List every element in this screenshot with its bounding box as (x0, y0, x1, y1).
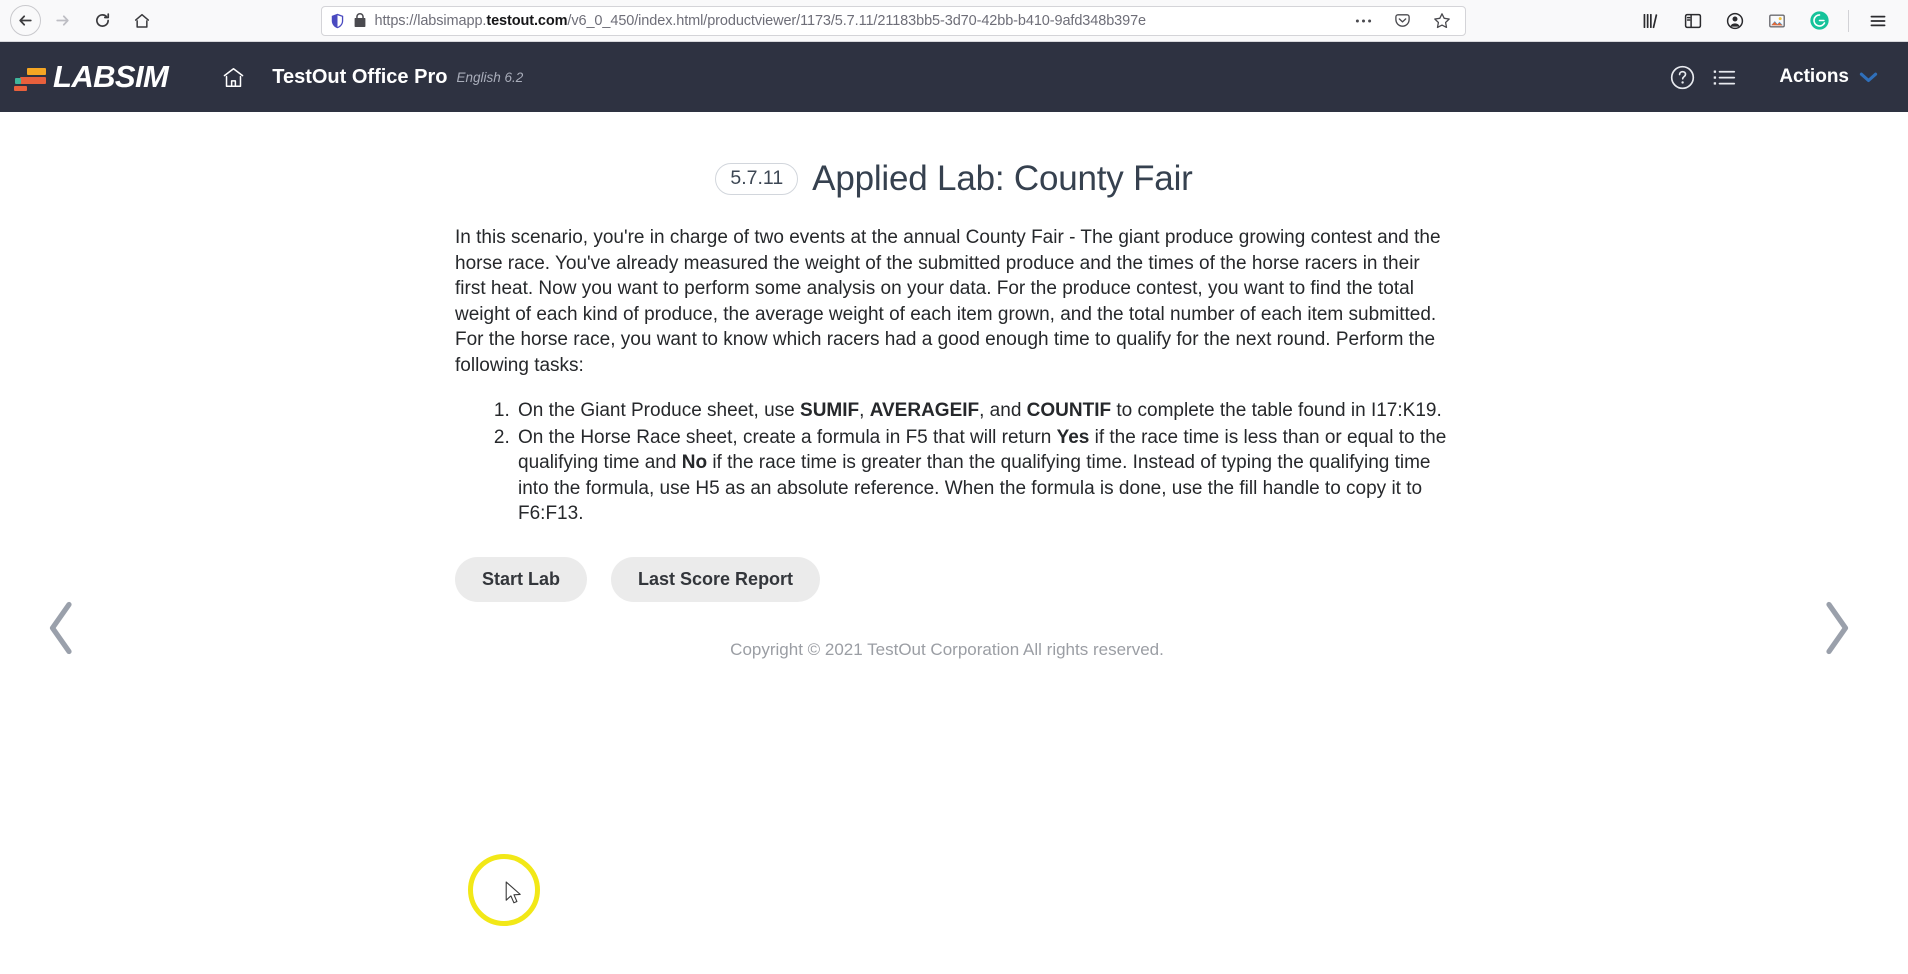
copyright-notice: Copyright © 2021 TestOut Corporation All… (730, 639, 1164, 659)
page-actions-ellipsis-icon[interactable] (1349, 7, 1379, 35)
chevron-down-icon (1859, 71, 1878, 84)
lesson-number-badge: 5.7.11 (715, 162, 799, 196)
task-list-item: On the Horse Race sheet, create a formul… (515, 425, 1455, 527)
bookmark-star-icon[interactable] (1427, 7, 1457, 35)
tracking-protection-shield-icon[interactable] (330, 13, 345, 29)
task-text: On the Giant Produce sheet, use (518, 400, 801, 421)
urlbar-container: https://labsimapp.testout.com/v6_0_450/i… (163, 5, 1623, 36)
task-emphasis: COUNTIF (1026, 400, 1112, 421)
lab-page: 5.7.11 Applied Lab: County Fair In this … (453, 112, 1455, 660)
task-text: , and (979, 400, 1027, 421)
last-score-report-button[interactable]: Last Score Report (611, 556, 821, 602)
scenario-description: In this scenario, you're in charge of tw… (455, 227, 1441, 376)
product-language-version: English 6.2 (456, 69, 524, 85)
browser-reload-button[interactable] (83, 4, 121, 38)
actions-button-label: Actions (1779, 66, 1849, 87)
pocket-icon[interactable] (1388, 7, 1418, 35)
home-icon[interactable] (216, 60, 250, 94)
library-icon[interactable] (1631, 4, 1671, 38)
app-header: LABSIM TestOut Office Pro English 6.2 Ac… (0, 42, 1908, 112)
labsim-logo-mark-icon (14, 62, 48, 92)
help-circle-icon[interactable] (1661, 56, 1703, 98)
task-emphasis: No (681, 452, 708, 473)
mouse-cursor-icon (505, 881, 523, 906)
page-title-row: 5.7.11 Applied Lab: County Fair (453, 159, 1455, 199)
main-content: 5.7.11 Applied Lab: County Fair In this … (0, 112, 1908, 974)
actions-button[interactable]: Actions (1779, 66, 1878, 88)
start-lab-button[interactable]: Start Lab (455, 556, 588, 602)
grammarly-icon[interactable] (1799, 4, 1839, 38)
browser-home-button[interactable] (123, 4, 161, 38)
task-emphasis: Yes (1056, 426, 1090, 448)
toolbar-divider (1848, 9, 1849, 32)
action-button-row: Start Lab Last Score Report (453, 556, 1455, 602)
browser-back-button[interactable] (10, 5, 41, 36)
task-emphasis: AVERAGEIF (869, 400, 980, 421)
sidebar-icon[interactable] (1673, 4, 1713, 38)
browser-toolbar: https://labsimapp.testout.com/v6_0_450/i… (0, 0, 1908, 42)
screenshot-icon[interactable] (1757, 4, 1797, 38)
browser-toolbar-right (1625, 4, 1898, 38)
task-text: On the Horse Race sheet, create a formul… (518, 426, 1057, 448)
browser-forward-button[interactable] (43, 4, 81, 38)
click-highlight-circle (468, 854, 540, 926)
chevron-left-icon[interactable] (30, 592, 92, 664)
list-menu-icon[interactable] (1703, 56, 1745, 98)
chevron-right-icon[interactable] (1806, 592, 1868, 664)
connection-secure-padlock-icon[interactable] (354, 13, 366, 28)
task-emphasis: SUMIF (800, 400, 860, 421)
product-title: TestOut Office Pro (272, 65, 448, 88)
task-text: , (859, 400, 870, 421)
page-title: Applied Lab: County Fair (812, 159, 1193, 198)
task-text: to complete the table found in I17:K19. (1111, 400, 1442, 421)
labsim-logo[interactable]: LABSIM (14, 59, 169, 95)
account-icon[interactable] (1715, 4, 1755, 38)
task-list-item: On the Giant Produce sheet, use SUMIF, A… (515, 398, 1455, 424)
hamburger-menu-icon[interactable] (1858, 4, 1898, 38)
url-text[interactable]: https://labsimapp.testout.com/v6_0_450/i… (375, 6, 1340, 36)
address-bar[interactable]: https://labsimapp.testout.com/v6_0_450/i… (320, 5, 1466, 36)
labsim-logo-text: LABSIM (53, 59, 169, 94)
task-list: On the Giant Produce sheet, use SUMIF, A… (453, 398, 1455, 527)
